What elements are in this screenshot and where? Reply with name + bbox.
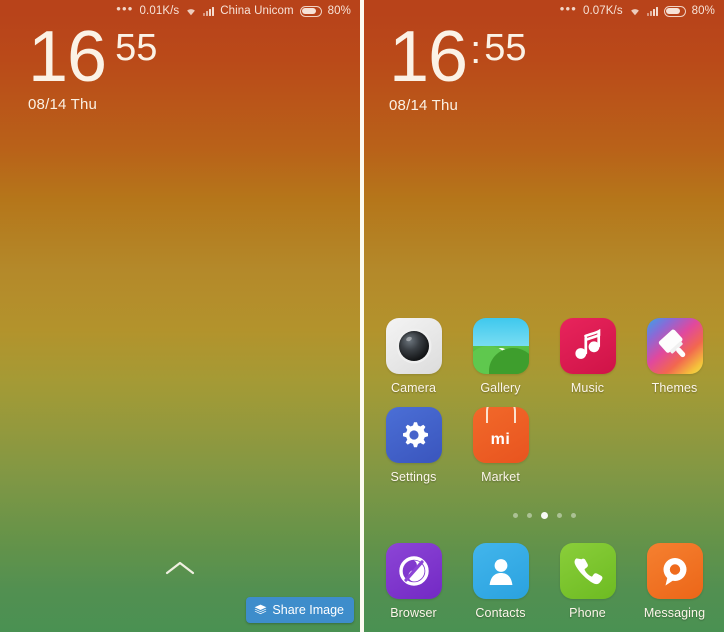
layers-stack-icon bbox=[254, 604, 267, 616]
app-label: Music bbox=[570, 381, 605, 395]
browser-spiral-icon bbox=[385, 543, 442, 599]
carrier-label: China Unicom bbox=[220, 5, 294, 17]
phone-handset-icon bbox=[559, 543, 616, 599]
lockscreen-panel: ••• 0.01K/s China Unicom 80% 16 55 08/14… bbox=[0, 0, 360, 632]
dual-screenshot-container: ••• 0.01K/s China Unicom 80% 16 55 08/14… bbox=[0, 0, 724, 632]
app-settings[interactable]: Settings bbox=[370, 407, 457, 484]
clock-hours: 16 bbox=[28, 17, 107, 97]
dock: Browser Contacts Phone Messaging bbox=[364, 543, 724, 620]
clock-colon: : bbox=[470, 28, 482, 72]
page-dot[interactable] bbox=[570, 513, 576, 518]
app-label: Phone bbox=[569, 606, 606, 620]
page-dot-active[interactable] bbox=[540, 512, 548, 519]
mi-market-icon: mi bbox=[472, 407, 529, 463]
chevron-up-icon[interactable] bbox=[163, 558, 197, 578]
app-label: Settings bbox=[390, 470, 437, 484]
homescreen-clock-widget: 16 : 55 08/14 Thu bbox=[389, 17, 527, 115]
mi-wordmark: mi bbox=[490, 431, 511, 448]
clock-minutes: 55 bbox=[115, 27, 158, 69]
page-dot[interactable] bbox=[526, 513, 532, 518]
clock-date: 08/14 Thu bbox=[28, 96, 98, 114]
app-label: Market bbox=[481, 470, 520, 484]
clock-minutes: 55 bbox=[484, 27, 527, 69]
lockscreen-clock-widget: 16 55 08/14 Thu bbox=[28, 17, 158, 114]
page-indicator[interactable] bbox=[364, 512, 724, 519]
dock-item-contacts[interactable]: Contacts bbox=[457, 543, 544, 620]
wifi-icon bbox=[629, 6, 641, 16]
app-label: Browser bbox=[390, 606, 437, 620]
clock-time: 16 : 55 bbox=[389, 17, 527, 97]
overflow-dots-icon: ••• bbox=[116, 1, 134, 16]
app-label: Camera bbox=[390, 381, 437, 395]
camera-icon bbox=[385, 318, 442, 374]
dock-item-phone[interactable]: Phone bbox=[544, 543, 631, 620]
share-image-button[interactable]: Share Image bbox=[246, 597, 354, 623]
app-themes[interactable]: Themes bbox=[631, 318, 718, 395]
app-music[interactable]: Music bbox=[544, 318, 631, 395]
gear-icon bbox=[385, 407, 442, 463]
wifi-icon bbox=[185, 6, 197, 16]
share-image-label: Share Image bbox=[272, 603, 344, 617]
gallery-icon bbox=[472, 318, 529, 374]
app-label: Messaging bbox=[643, 606, 706, 620]
battery-icon bbox=[663, 5, 686, 17]
clock-time: 16 55 bbox=[28, 17, 158, 97]
app-label: Contacts bbox=[475, 606, 526, 620]
signal-bars-icon bbox=[646, 6, 658, 16]
overflow-dots-icon: ••• bbox=[559, 1, 577, 16]
homescreen-panel: ••• 0.07K/s 80% 16 : 55 08/14 Thu Camera… bbox=[364, 0, 724, 632]
battery-percent-label: 80% bbox=[327, 5, 351, 17]
app-gallery[interactable]: Gallery bbox=[457, 318, 544, 395]
signal-bars-icon bbox=[203, 6, 215, 16]
person-icon bbox=[472, 543, 529, 599]
paint-brush-icon bbox=[646, 318, 703, 374]
dock-item-browser[interactable]: Browser bbox=[370, 543, 457, 620]
app-market[interactable]: mi Market bbox=[457, 407, 544, 484]
network-speed-label: 0.01K/s bbox=[139, 5, 180, 17]
battery-percent-label: 80% bbox=[691, 5, 715, 17]
clock-hours: 16 bbox=[389, 17, 468, 97]
dock-item-messaging[interactable]: Messaging bbox=[631, 543, 718, 620]
music-note-icon bbox=[559, 318, 616, 374]
network-speed-label: 0.07K/s bbox=[582, 5, 623, 17]
app-grid: Camera Gallery Music Themes Settings mi … bbox=[364, 318, 724, 496]
app-camera[interactable]: Camera bbox=[370, 318, 457, 395]
speech-bubble-icon bbox=[646, 543, 703, 599]
app-label: Themes bbox=[651, 381, 698, 395]
page-dot[interactable] bbox=[556, 513, 562, 518]
battery-icon bbox=[299, 5, 322, 17]
page-dot[interactable] bbox=[512, 513, 518, 518]
clock-date: 08/14 Thu bbox=[389, 97, 459, 115]
app-label: Gallery bbox=[480, 381, 521, 395]
